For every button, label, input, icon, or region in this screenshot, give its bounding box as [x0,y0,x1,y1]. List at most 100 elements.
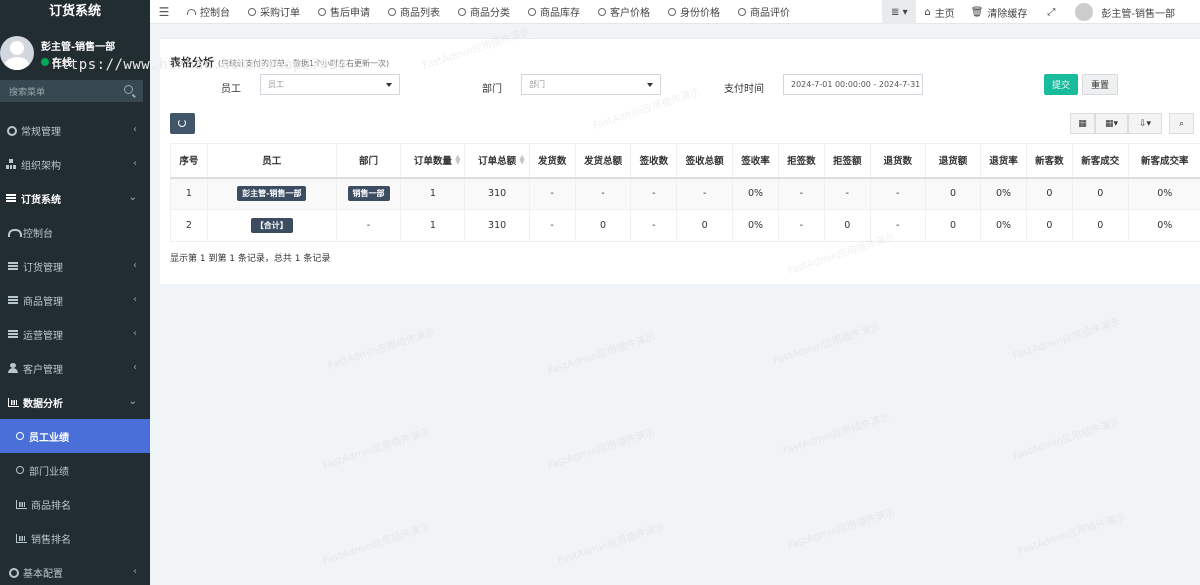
sidebar-item-dashboard[interactable]: 控制台 [0,215,150,249]
tab-purchase-orders[interactable]: 采购订单 [239,4,309,19]
refresh-button[interactable] [170,113,195,134]
dashboard-icon [8,227,22,237]
circle-icon [388,7,396,16]
table-cell: - [574,177,632,210]
table-search-button[interactable]: ⌕ [1169,113,1194,134]
user-menu[interactable]: 彭主管-销售一部 [1067,3,1200,21]
table-cell: - [777,177,825,210]
tab-identity-price[interactable]: 身份价格 [659,4,729,19]
columns-button[interactable]: ▦▾ [1095,113,1128,134]
tab-customer-price[interactable]: 客户价格 [589,4,659,19]
col-header: 员工 [206,143,337,179]
table-cell: 2 [170,209,208,242]
circle-icon [16,466,24,474]
user-name: 彭主管-销售一部 [41,42,116,53]
table-cell: - [869,209,926,242]
employee-select[interactable]: 员工 [260,74,400,95]
fullscreen-icon[interactable]: ⤢ [1035,7,1067,18]
circle-icon [738,7,746,16]
search-icon: ⌕ [1178,118,1185,129]
watermark-text: FastAdmin应用插件演示 [771,321,882,367]
toggle-view-button[interactable]: ▦ [1070,113,1095,134]
col-header-sortable[interactable]: 订单总额 ▲ ▼ [464,143,530,179]
caret-down-icon [386,83,392,87]
sidebar-item-operations-management[interactable]: 运营管理 ‹ [0,317,150,351]
col-header-sortable[interactable]: 订单数量 ▲ ▼ [400,143,466,179]
circle-icon [16,432,24,440]
navbar-right: ≣ ▾ ⌂ 主页 🗑 清除缓存 ⤢ 彭主管-销售一部 [882,0,1200,24]
sidebar-item-general[interactable]: 常规管理 ‹ [0,113,150,147]
sidebar-item-label: 订货管理 [23,262,63,274]
chevron-left-icon: ‹ [133,328,137,339]
top-navbar: ☰ 控制台 采购订单 售后申请 商品列表 商品分类 商品库存 客户价格 身份价格… [150,0,1200,24]
sidebar-item-customer-management[interactable]: 客户管理 ‹ [0,351,150,385]
table-cell: 0% [980,177,1027,210]
clear-cache-button[interactable]: 🗑 清除缓存 [963,5,1036,20]
department-placeholder: 部门 [529,80,545,89]
department-select[interactable]: 部门 [521,74,661,95]
col-header: 新客成交 [1071,143,1129,179]
sidebar-item-label: 订货系统 [21,194,61,206]
submit-button[interactable]: 提交 [1044,74,1078,95]
sidebar-item-basic-config[interactable]: 基本配置 ‹ [0,555,150,585]
table-row[interactable]: 2 【合计】 - 1 310 - 0 - 0 0% - 0 - 0 0% 0 0… [170,209,1200,242]
sidebar-item-organization[interactable]: 组织架构 ‹ [0,147,150,181]
home-icon: ⌂ [924,6,931,18]
col-header: 退货额 [924,143,982,179]
sidebar-item-product-ranking[interactable]: 商品排名 [0,487,150,521]
col-header: 新客成交率 [1127,143,1200,179]
sidebar-item-product-management[interactable]: 商品管理 ‹ [0,283,150,317]
watermark-text: FastAdmin应用插件演示 [786,506,897,552]
table-cell: - [777,209,825,242]
list-icon [8,261,18,271]
table-cell: 销售一部 [335,177,402,210]
tab-dashboard[interactable]: 控制台 [178,4,239,19]
sidebar-item-department-performance[interactable]: 部门业绩 [0,453,150,487]
tab-product-category[interactable]: 商品分类 [449,4,519,19]
user-avatar [0,36,34,70]
sidebar-item-label: 控制台 [23,228,53,240]
circle-icon [248,7,256,16]
app-title[interactable]: 订货系统 [0,0,150,24]
col-header: 退货率 [980,143,1027,179]
sidebar-item-ordering-system[interactable]: 订货系统 ⌄ [0,181,150,215]
tab-product-review[interactable]: 商品评价 [729,4,799,19]
table-row[interactable]: 1 彭主管-销售一部 销售一部 1 310 - - - - 0% - - - 0… [170,177,1200,210]
table-cell: - [335,209,402,242]
watermark-url: https://www.huzhan.com/ishop27030 [52,57,347,73]
search-icon[interactable] [124,85,133,94]
tab-product-list[interactable]: 商品列表 [379,4,449,19]
tab-label: 客户价格 [610,8,650,19]
watermark-text: FastAdmin应用插件演示 [1011,416,1122,462]
sidebar-item-employee-performance[interactable]: 员工业绩 [0,419,150,453]
menu-search-input[interactable]: 搜索菜单 [0,80,143,102]
sidebar-item-label: 数据分析 [23,398,63,410]
tab-after-sales[interactable]: 售后申请 [309,4,379,19]
sitemap-icon [6,159,16,169]
tab-product-stock[interactable]: 商品库存 [519,4,589,19]
chevron-left-icon: ‹ [133,124,137,135]
tab-label: 商品列表 [400,8,440,19]
home-link[interactable]: ⌂ 主页 [916,5,962,20]
col-header: 发货数 [528,143,576,179]
tab-label: 商品分类 [470,8,510,19]
sidebar-item-order-management[interactable]: 订货管理 ‹ [0,249,150,283]
watermark-text: FastAdmin应用插件演示 [321,426,432,472]
reset-button[interactable]: 重置 [1082,74,1118,95]
tab-label: 售后申请 [330,8,370,19]
sidebar-toggle-icon[interactable]: ☰ [150,5,178,19]
table-cell: 1 [170,177,208,210]
list-icon [6,193,16,203]
col-header: 拒签数 [777,143,825,179]
online-status-icon [41,57,49,66]
sort-icon: ▲ ▼ [455,153,461,166]
table-cell: 0 [574,209,632,242]
sidebar-item-sales-ranking[interactable]: 销售排名 [0,521,150,555]
export-button[interactable]: ⇩▾ [1128,113,1162,134]
sidebar: 订货系统 彭主管-销售一部 在线 搜索菜单 常规管理 ‹ 组织架构 ‹ 订货系统… [0,0,150,585]
sidebar-item-data-analysis[interactable]: 数据分析 ⌄ [0,385,150,419]
col-header: 部门 [335,143,402,179]
table-cell: 0% [1127,209,1200,242]
tabs-dropdown-button[interactable]: ≣ ▾ [882,0,917,24]
pay-time-range-input[interactable]: 2024-7-01 00:00:00 - 2024-7-31 [783,74,923,95]
